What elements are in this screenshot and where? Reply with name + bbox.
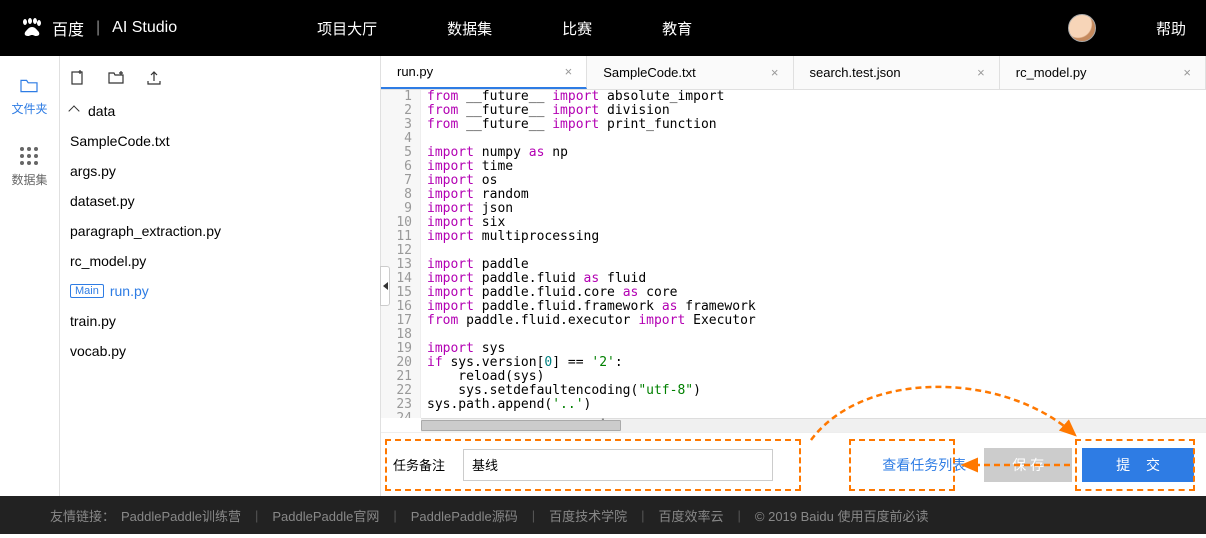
top-header: 百度 | AI Studio 项目大厅 数据集 比赛 教育 帮助 (0, 0, 1206, 56)
file-row[interactable]: vocab.py (60, 336, 380, 366)
save-button[interactable]: 保 存 (984, 448, 1072, 482)
tab-label: SampleCode.txt (603, 65, 696, 80)
bottom-bar: 任务备注 查看任务列表 保 存 提 交 (381, 432, 1206, 496)
close-icon[interactable]: × (771, 65, 779, 80)
footer-label: 友情链接： (50, 506, 115, 525)
nav-projects[interactable]: 项目大厅 (317, 18, 377, 39)
file-row[interactable]: paragraph_extraction.py (60, 216, 380, 246)
rail-files-label: 文件夹 (11, 100, 47, 117)
footer-link[interactable]: PaddlePaddle源码 (411, 506, 518, 525)
chevron-icon (68, 105, 79, 116)
footer-link[interactable]: PaddlePaddle训练营 (121, 506, 241, 525)
logo-baidu-text: 百度 (52, 16, 84, 40)
file-row[interactable]: args.py (60, 156, 380, 186)
tab-label: rc_model.py (1016, 65, 1087, 80)
nav-competition[interactable]: 比赛 (562, 18, 592, 39)
new-folder-icon[interactable] (108, 70, 124, 86)
file-label: vocab.py (70, 343, 126, 359)
scrollbar-thumb[interactable] (421, 420, 621, 431)
upload-icon[interactable] (146, 70, 162, 86)
file-label: rc_model.py (70, 253, 146, 269)
file-label: train.py (70, 313, 116, 329)
nav-datasets[interactable]: 数据集 (447, 18, 492, 39)
footer: 友情链接： PaddlePaddle训练营| PaddlePaddle官网| P… (0, 496, 1206, 534)
file-label: run.py (110, 283, 149, 299)
logo[interactable]: 百度 | AI Studio (20, 16, 177, 40)
main-area: 文件夹 数据集 data SampleCode.txt args.py data… (0, 56, 1206, 496)
logo-studio-text: AI Studio (112, 19, 177, 37)
tab-label: run.py (397, 64, 433, 79)
collapse-sidebar-handle[interactable] (380, 266, 390, 306)
new-file-icon[interactable] (70, 70, 86, 86)
rail-datasets[interactable]: 数据集 (11, 147, 47, 188)
view-tasks-link[interactable]: 查看任务列表 (874, 455, 974, 475)
file-row[interactable]: dataset.py (60, 186, 380, 216)
grid-icon (20, 147, 38, 165)
file-row-runpy[interactable]: Main run.py (60, 276, 380, 306)
top-nav: 项目大厅 数据集 比赛 教育 (317, 18, 692, 39)
task-note-label: 任务备注 (393, 455, 445, 474)
file-tree: data SampleCode.txt args.py dataset.py p… (60, 92, 380, 370)
tab-label: search.test.json (810, 65, 901, 80)
file-toolbar (60, 64, 380, 92)
close-icon[interactable]: × (1183, 65, 1191, 80)
nav-education[interactable]: 教育 (662, 18, 692, 39)
nav-help[interactable]: 帮助 (1156, 18, 1186, 39)
baidu-paw-icon (20, 16, 44, 40)
logo-separator: | (96, 19, 100, 37)
file-label: SampleCode.txt (70, 133, 170, 149)
footer-link[interactable]: 百度技术学院 (549, 506, 627, 525)
rail-files[interactable]: 文件夹 (11, 78, 47, 117)
tab-samplecode[interactable]: SampleCode.txt × (587, 56, 793, 89)
file-panel: data SampleCode.txt args.py dataset.py p… (60, 56, 380, 496)
folder-row-data[interactable]: data (60, 96, 380, 126)
editor-area: run.py × SampleCode.txt × search.test.json… (380, 56, 1206, 496)
task-note-input[interactable] (463, 449, 773, 481)
file-label: dataset.py (70, 193, 135, 209)
editor-tabs: run.py × SampleCode.txt × search.test.json… (381, 56, 1206, 90)
file-label: paragraph_extraction.py (70, 223, 221, 239)
left-rail: 文件夹 数据集 (0, 56, 60, 496)
file-row[interactable]: rc_model.py (60, 246, 380, 276)
file-row[interactable]: train.py (60, 306, 380, 336)
file-label: args.py (70, 163, 116, 179)
footer-link[interactable]: PaddlePaddle官网 (272, 506, 379, 525)
code-editor[interactable]: 1from __future__ import absolute_import2… (381, 90, 1206, 418)
tab-searchtest[interactable]: search.test.json × (794, 56, 1000, 89)
main-badge: Main (70, 284, 104, 298)
footer-copyright: © 2019 Baidu 使用百度前必读 (755, 506, 929, 525)
folder-icon (19, 78, 39, 94)
close-icon[interactable]: × (565, 64, 573, 79)
avatar[interactable] (1068, 14, 1096, 42)
footer-link[interactable]: 百度效率云 (659, 506, 724, 525)
submit-button[interactable]: 提 交 (1082, 448, 1194, 482)
file-row[interactable]: SampleCode.txt (60, 126, 380, 156)
horizontal-scrollbar[interactable] (421, 418, 1206, 432)
tab-rcmodel[interactable]: rc_model.py × (1000, 56, 1206, 89)
close-icon[interactable]: × (977, 65, 985, 80)
folder-label: data (88, 103, 115, 119)
tab-runpy[interactable]: run.py × (381, 56, 587, 89)
rail-datasets-label: 数据集 (11, 171, 47, 188)
